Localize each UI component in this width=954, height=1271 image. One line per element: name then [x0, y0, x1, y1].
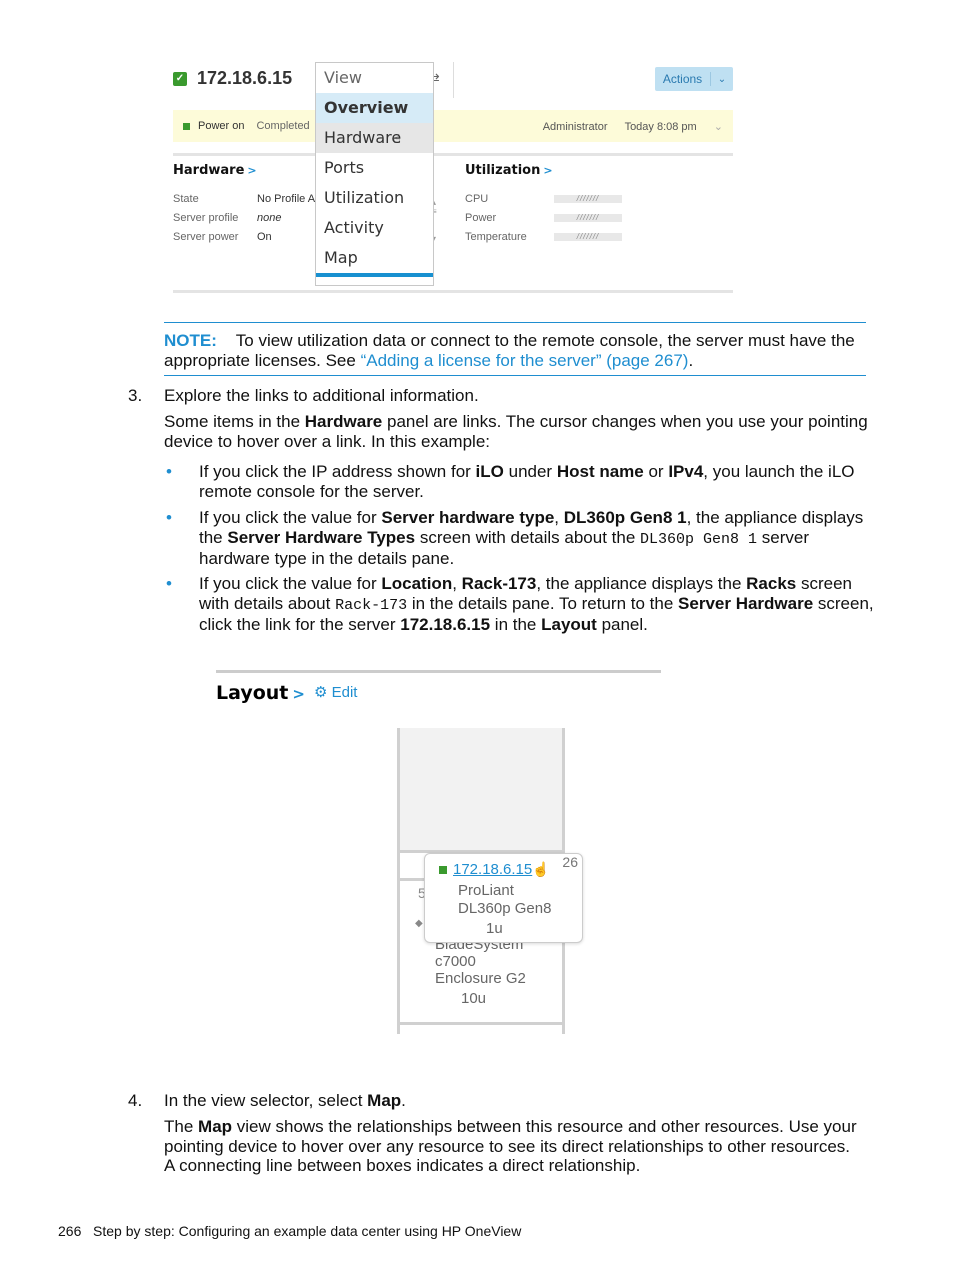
- diamond-icon: ◆: [415, 918, 423, 929]
- menu-item-hardware[interactable]: Hardware☝: [316, 123, 433, 153]
- menu-item-overview[interactable]: Overview: [316, 93, 433, 123]
- step-4-paragraph: The Map view shows the relationships bet…: [164, 1117, 857, 1175]
- divider: [453, 62, 454, 98]
- step-3-number: 3.: [128, 386, 143, 405]
- chevron-down-icon[interactable]: ⌄: [711, 74, 733, 85]
- status-user: Administrator: [542, 120, 608, 133]
- layout-panel-title[interactable]: Layout >: [216, 682, 305, 704]
- power-bar: ///////: [554, 214, 622, 222]
- status-ok-icon: ✓: [173, 71, 187, 86]
- bullet-icon: •: [166, 462, 172, 481]
- status-time: Today 8:08 pm: [624, 120, 697, 133]
- menu-item-map[interactable]: Map: [316, 243, 433, 273]
- server-popup: 172.18.6.15☝ 26 ProLiant DL360p Gen8 1u: [424, 853, 583, 943]
- edit-button[interactable]: ⚙ Edit: [314, 683, 357, 701]
- menu-item-activity[interactable]: Activity: [316, 213, 433, 243]
- utilization-panel-title[interactable]: Utilization >: [465, 163, 622, 178]
- page-number: 266: [58, 1223, 82, 1239]
- divider: [216, 670, 661, 673]
- step-3-heading: Explore the links to additional informat…: [164, 386, 479, 405]
- utilization-panel: Utilization > CPU /////// Power /////// T…: [465, 163, 622, 247]
- gear-icon: ⚙: [314, 684, 328, 701]
- step-4-number: 4.: [128, 1091, 143, 1110]
- server-ip-link[interactable]: 172.18.6.15: [453, 861, 532, 878]
- menu-bottom-bar: [316, 273, 433, 277]
- status-bar: Power on Completed Administrator Today 8…: [173, 110, 733, 142]
- cpu-bar: ///////: [554, 195, 622, 203]
- view-menu-label[interactable]: View: [316, 63, 433, 93]
- bullet-item: If you click the value for Location, Rac…: [199, 574, 874, 634]
- note-bottom-rule: [164, 375, 866, 376]
- bullet-icon: •: [166, 574, 172, 593]
- temperature-bar: ///////: [554, 233, 622, 241]
- bullet-item: If you click the value for Server hardwa…: [199, 508, 864, 568]
- hand-cursor-icon: ☝: [532, 861, 550, 877]
- server-overview-screenshot: ✓ 172.18.6.15 ⇄ Actions ⌄ Power on Compl…: [165, 58, 740, 298]
- rack-empty-slot: [400, 728, 562, 853]
- divider: [173, 153, 733, 156]
- step-4-heading: In the view selector, select Map.: [164, 1091, 406, 1110]
- bullet-icon: •: [166, 508, 172, 527]
- divider: [173, 290, 733, 293]
- view-menu[interactable]: View Overview Hardware☝ Ports Utilizatio…: [315, 62, 434, 286]
- chevron-down-icon[interactable]: ⌄: [714, 121, 723, 133]
- note-top-rule: [164, 322, 866, 323]
- hardware-panel-title[interactable]: Hardware >: [173, 163, 315, 178]
- server-title: ✓ 172.18.6.15: [173, 68, 292, 89]
- note: NOTE: To view utilization data or connec…: [164, 331, 855, 370]
- bullet-item: If you click the IP address shown for iL…: [199, 462, 855, 501]
- power-on-icon: [183, 122, 190, 130]
- page-footer: 266 Step by step: Configuring an example…: [58, 1223, 521, 1239]
- step-3-paragraph: Some items in the Hardware panel are lin…: [164, 412, 868, 451]
- license-link[interactable]: “Adding a license for the server” (page …: [361, 351, 689, 370]
- actions-button[interactable]: Actions ⌄: [655, 67, 733, 91]
- status-ok-icon: [439, 866, 447, 874]
- menu-item-utilization[interactable]: Utilization: [316, 183, 433, 213]
- hardware-panel: Hardware > State No Profile A Server prof…: [173, 163, 316, 243]
- menu-item-ports[interactable]: Ports: [316, 153, 433, 183]
- hand-cursor-icon: ☝: [393, 132, 401, 146]
- footer-title: Step by step: Configuring an example dat…: [93, 1223, 522, 1239]
